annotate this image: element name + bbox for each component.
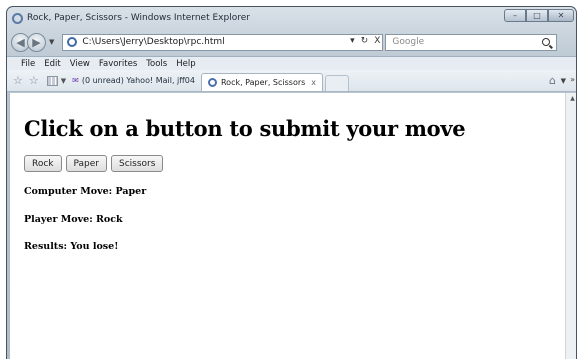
window-title: Rock, Paper, Scissors - Windows Internet… xyxy=(27,13,250,23)
maximize-button[interactable]: □ xyxy=(526,9,548,22)
page-icon xyxy=(67,37,78,47)
quick-tabs-icon[interactable] xyxy=(46,75,58,86)
address-bar[interactable]: C:\Users\Jerry\Desktop\rpc.html ▾ ↻ X xyxy=(62,33,384,51)
scroll-up-arrow-icon[interactable]: ▲ xyxy=(566,93,576,105)
browser-window: Rock, Paper, Scissors - Windows Internet… xyxy=(6,6,577,359)
menu-bar: File Edit View Favorites Tools Help xyxy=(7,56,576,70)
tab-close-icon[interactable]: x xyxy=(311,78,316,87)
address-dropdown-icon[interactable]: ▾ xyxy=(350,36,355,46)
tab-page-icon xyxy=(207,78,217,87)
window-controls: – □ ✕ xyxy=(504,9,574,22)
address-tools: ▾ ↻ X xyxy=(350,36,380,46)
new-tab-button[interactable] xyxy=(324,75,349,91)
search-icon[interactable] xyxy=(542,37,551,46)
page-content: Click on a button to submit your move Ro… xyxy=(9,93,565,359)
menu-file[interactable]: File xyxy=(21,59,35,69)
yahoo-icon: ✉ xyxy=(72,76,79,85)
menu-edit[interactable]: Edit xyxy=(44,59,60,69)
menu-tools[interactable]: Tools xyxy=(146,59,167,69)
history-dropdown-icon[interactable]: ▼ xyxy=(49,38,54,46)
favorites-star-icon[interactable]: ☆ xyxy=(13,74,23,87)
results-text: Results: You lose! xyxy=(24,241,119,252)
forward-button[interactable]: ▶ xyxy=(27,32,46,52)
tab-list-dropdown-icon[interactable]: ▼ xyxy=(61,77,66,85)
search-box[interactable]: Google xyxy=(385,33,558,51)
favorites-link-yahoo-mail[interactable]: ✉ (0 unread) Yahoo! Mail, jff04 xyxy=(72,76,195,85)
tab-bar: ☆ ☆ ▼ ✉ (0 unread) Yahoo! Mail, jff04 Ro… xyxy=(7,70,576,92)
favorites-link-label: (0 unread) Yahoo! Mail, jff04 xyxy=(81,76,195,85)
player-move-text: Player Move: Rock xyxy=(24,214,123,225)
more-tools-icon[interactable]: » xyxy=(570,75,575,84)
close-button[interactable]: ✕ xyxy=(548,9,574,22)
add-favorites-icon[interactable]: ☆ xyxy=(29,74,39,87)
navigation-bar: ◀ ▶ ▼ C:\Users\Jerry\Desktop\rpc.html ▾ … xyxy=(7,29,576,55)
address-url[interactable]: C:\Users\Jerry\Desktop\rpc.html xyxy=(82,37,224,47)
stop-icon[interactable]: X xyxy=(374,36,380,46)
computer-move-text: Computer Move: Paper xyxy=(24,186,147,197)
paper-button[interactable]: Paper xyxy=(65,155,108,172)
menu-favorites[interactable]: Favorites xyxy=(99,59,137,69)
search-placeholder[interactable]: Google xyxy=(392,37,424,47)
home-dropdown-icon[interactable]: ▼ xyxy=(561,77,566,85)
tab-label: Rock, Paper, Scissors xyxy=(220,78,306,87)
title-bar: Rock, Paper, Scissors - Windows Internet… xyxy=(7,7,576,29)
scissors-button[interactable]: Scissors xyxy=(111,155,164,172)
home-icon[interactable]: ⌂ xyxy=(549,74,556,87)
menu-view[interactable]: View xyxy=(70,59,90,69)
minimize-button[interactable]: – xyxy=(504,9,526,22)
page-heading: Click on a button to submit your move xyxy=(24,116,466,141)
vertical-scrollbar[interactable]: ▲ xyxy=(565,93,576,359)
menu-help[interactable]: Help xyxy=(176,59,195,69)
rock-button[interactable]: Rock xyxy=(24,155,62,172)
ie-logo-icon xyxy=(12,12,23,24)
refresh-icon[interactable]: ↻ xyxy=(361,36,369,46)
tab-rock-paper-scissors[interactable]: Rock, Paper, Scissors x xyxy=(200,73,323,91)
move-buttons: Rock Paper Scissors xyxy=(24,155,164,172)
